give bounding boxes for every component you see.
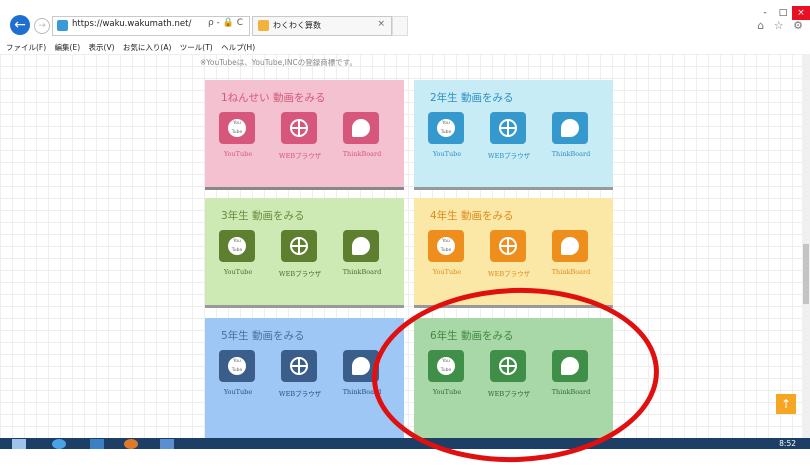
taskbar-app-icon[interactable] <box>90 439 104 449</box>
menu-edit[interactable]: 編集(E) <box>55 43 81 52</box>
globe-icon <box>290 357 308 375</box>
grade1-youtube-button[interactable]: You Tube <box>219 112 255 144</box>
firefox-icon[interactable] <box>124 439 138 449</box>
grade2-youtube-button[interactable]: You Tube <box>428 112 464 144</box>
globe-icon <box>290 119 308 137</box>
grade3-youtube-button[interactable]: You Tube <box>219 230 255 262</box>
grade4-youtube-label: YouTube <box>432 268 462 276</box>
tab-close-button[interactable]: × <box>377 19 385 29</box>
youtube-icon: You Tube <box>437 119 455 137</box>
grade4-title[interactable]: 4年生 動画をみる <box>430 208 514 223</box>
grade4-thinkboard-label: ThinkBoard <box>551 268 591 276</box>
grade3-youtube-label: YouTube <box>223 268 253 276</box>
grade1-web-button[interactable] <box>281 112 317 144</box>
maximize-button[interactable]: □ <box>774 6 792 20</box>
menu-help[interactable]: ヘルプ(H) <box>221 43 255 52</box>
youtube-icon: You Tube <box>228 237 246 255</box>
thinkboard-icon <box>561 237 579 255</box>
window-controls: - □ × <box>756 0 810 20</box>
grade1-web-label: WEBブラウザ <box>278 152 322 160</box>
internet-explorer-icon[interactable] <box>52 439 66 449</box>
tab-title: わくわく算数 <box>273 21 321 30</box>
grade4-thinkboard-button[interactable] <box>552 230 588 262</box>
menu-bar: ファイル(F) 編集(E) 表示(V) お気に入り(A) ツール(T) ヘルプ(… <box>0 42 810 54</box>
grade5-title[interactable]: 5年生 動画をみる <box>221 328 305 343</box>
tab-favicon-icon <box>258 20 269 31</box>
new-tab-button[interactable] <box>392 16 408 36</box>
grade1-youtube-label: YouTube <box>223 150 253 158</box>
start-button-icon[interactable] <box>12 439 26 449</box>
grade3-thinkboard-label: ThinkBoard <box>342 268 382 276</box>
taskbar-app-icon[interactable] <box>160 439 174 449</box>
thinkboard-icon <box>352 119 370 137</box>
grade2-youtube-label: YouTube <box>432 150 462 158</box>
grade2-web-button[interactable] <box>490 112 526 144</box>
menu-file[interactable]: ファイル(F) <box>6 43 46 52</box>
grade1-thinkboard-label: ThinkBoard <box>342 150 382 158</box>
menu-tools[interactable]: ツール(T) <box>180 43 213 52</box>
youtube-icon: You Tube <box>228 357 246 375</box>
taskbar-clock: 8:52 <box>779 439 796 448</box>
menu-favorites[interactable]: お気に入り(A) <box>123 43 171 52</box>
grade2-thinkboard-button[interactable] <box>552 112 588 144</box>
grade4-youtube-button[interactable]: You Tube <box>428 230 464 262</box>
home-favorites-settings-icons[interactable]: ⌂ ☆ ⚙ <box>757 19 806 32</box>
close-button[interactable]: × <box>792 6 810 20</box>
grade3-title[interactable]: 3年生 動画をみる <box>221 208 305 223</box>
globe-icon <box>499 237 517 255</box>
page-scrollbar[interactable] <box>802 54 810 438</box>
grade5-youtube-button[interactable]: You Tube <box>219 350 255 382</box>
menu-view[interactable]: 表示(V) <box>89 43 115 52</box>
minimize-button[interactable]: - <box>756 6 774 20</box>
browser-titlebar: ← → https://waku.wakumath.net/ ρ - 🔒 C わ… <box>0 0 810 42</box>
address-controls[interactable]: ρ - 🔒 C <box>208 18 243 28</box>
page-top-button[interactable]: ↑ <box>776 394 796 414</box>
address-bar[interactable]: https://waku.wakumath.net/ ρ - 🔒 C <box>52 16 250 36</box>
thinkboard-icon <box>561 119 579 137</box>
scrollbar-thumb[interactable] <box>803 244 809 304</box>
grade5-web-button[interactable] <box>281 350 317 382</box>
forward-button[interactable]: → <box>34 18 50 34</box>
grade2-title[interactable]: 2年生 動画をみる <box>430 90 514 105</box>
thinkboard-icon <box>352 237 370 255</box>
browser-tab[interactable]: わくわく算数 × <box>252 16 392 36</box>
youtube-icon: You Tube <box>437 237 455 255</box>
grade2-thinkboard-label: ThinkBoard <box>551 150 591 158</box>
grade3-web-button[interactable] <box>281 230 317 262</box>
youtube-icon: You Tube <box>228 119 246 137</box>
grade1-thinkboard-button[interactable] <box>343 112 379 144</box>
globe-icon <box>290 237 308 255</box>
back-button[interactable]: ← <box>10 15 30 35</box>
grade1-panel: 1ねんせい 動画をみる You Tube YouTube WEBブラウザ Thi… <box>205 80 404 190</box>
grade3-web-label: WEBブラウザ <box>278 270 322 278</box>
grade5-web-label: WEBブラウザ <box>278 390 322 398</box>
grade2-web-label: WEBブラウザ <box>487 152 531 160</box>
globe-icon <box>499 119 517 137</box>
grade1-title[interactable]: 1ねんせい 動画をみる <box>221 90 326 105</box>
windows-taskbar: 8:52 <box>0 438 810 449</box>
address-url: https://waku.wakumath.net/ <box>72 19 192 29</box>
grade5-youtube-label: YouTube <box>223 388 253 396</box>
grade4-web-label: WEBブラウザ <box>487 270 531 278</box>
grade2-panel: 2年生 動画をみる You Tube YouTube WEBブラウザ Think… <box>414 80 613 190</box>
grade3-panel: 3年生 動画をみる You Tube YouTube WEBブラウザ Think… <box>205 198 404 308</box>
thinkboard-icon <box>352 357 370 375</box>
site-favicon-icon <box>57 20 68 31</box>
grade4-web-button[interactable] <box>490 230 526 262</box>
trademark-notice: ※YouTubeは、YouTube,INCの登録商標です。 <box>200 58 357 67</box>
grade3-thinkboard-button[interactable] <box>343 230 379 262</box>
